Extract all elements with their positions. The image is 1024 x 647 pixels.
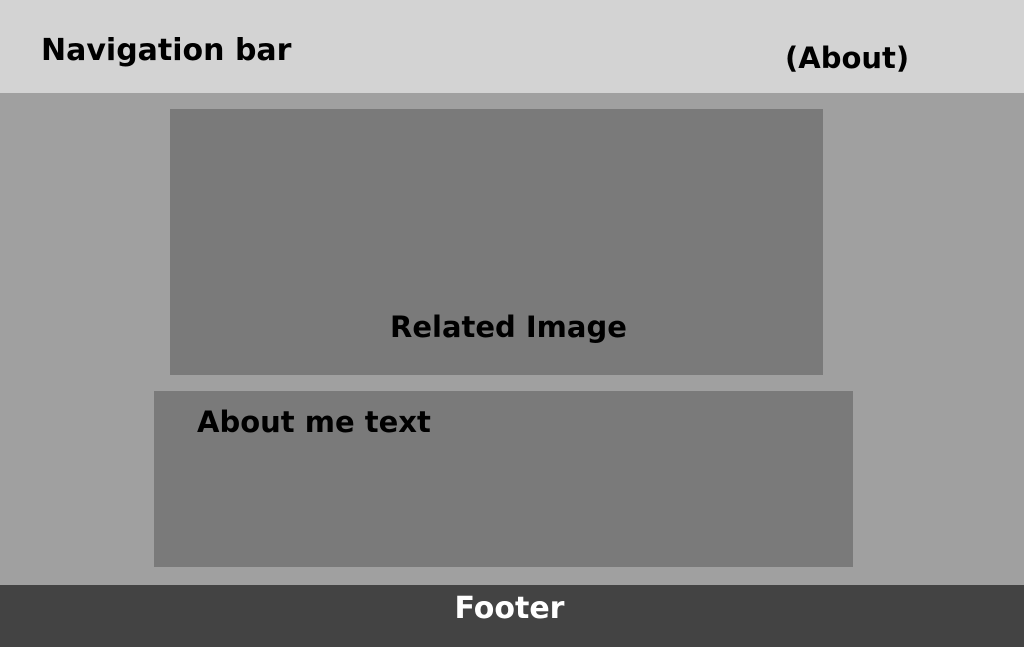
about-link[interactable]: (About) [785,44,909,73]
about-me-text-label: About me text [197,405,431,439]
footer: Footer [0,585,1024,647]
footer-label: Footer [454,591,565,626]
navigation-bar: Navigation bar (About) [0,0,1024,93]
wireframe-page: Navigation bar (About) Related Image Abo… [0,0,1024,647]
related-image-label: Related Image [390,310,627,344]
related-image-placeholder: Related Image [170,109,823,375]
about-me-text-block: About me text [154,391,853,567]
navigation-bar-label: Navigation bar [41,33,292,68]
